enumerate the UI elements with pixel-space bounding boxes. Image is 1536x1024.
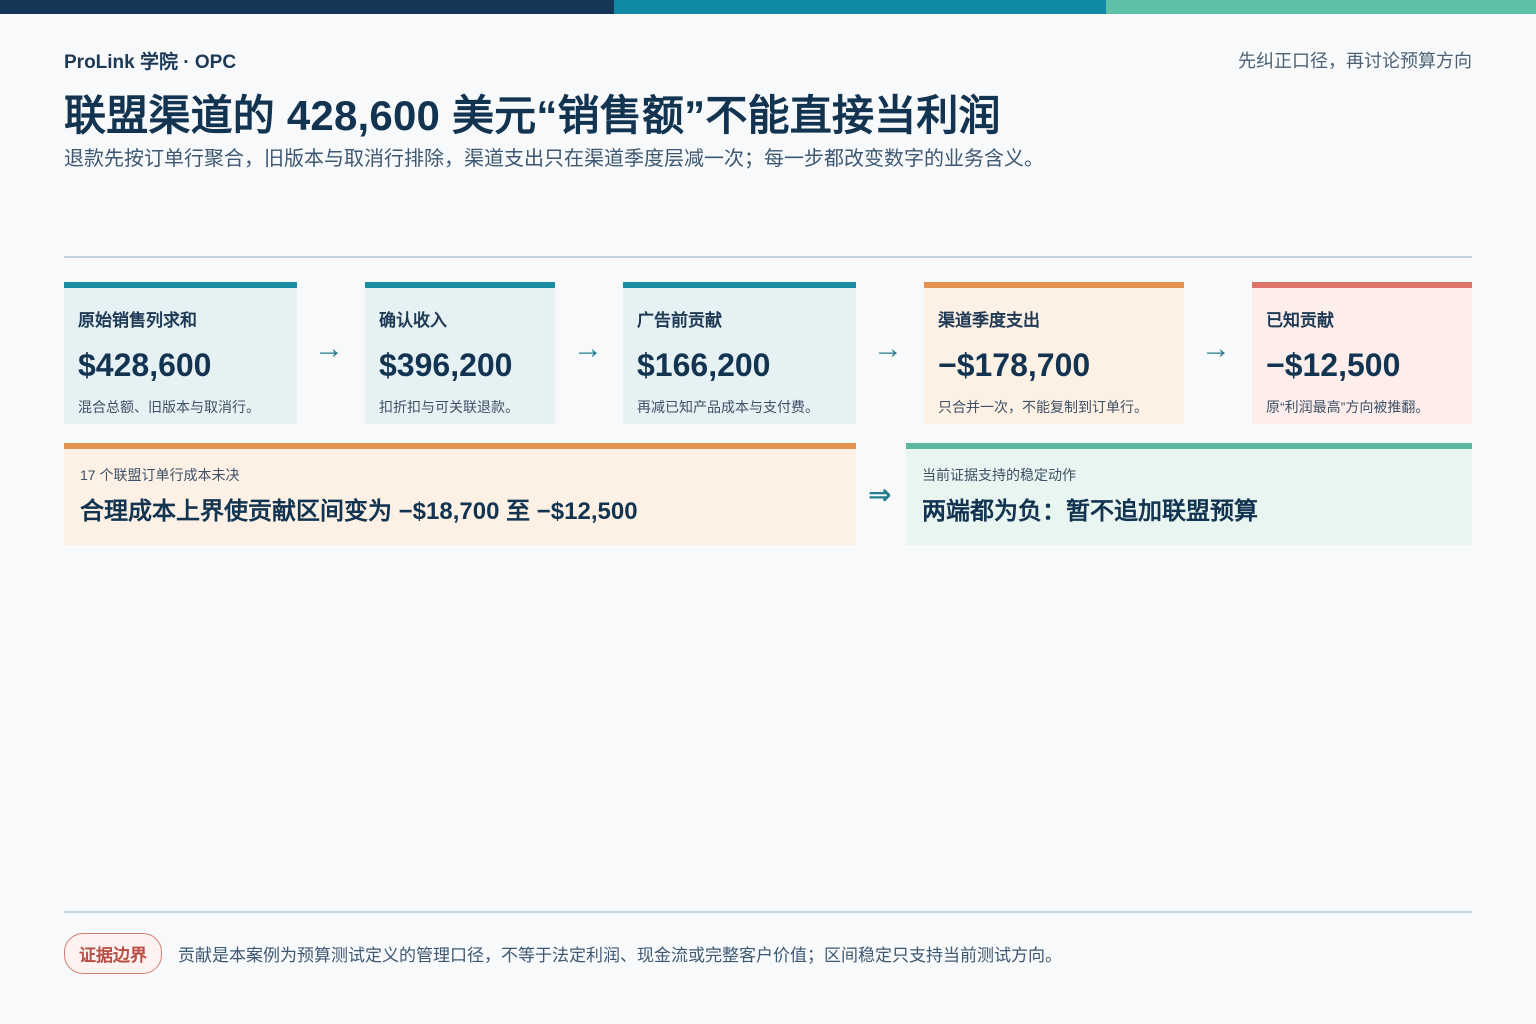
- range-caption: 17 个联盟订单行成本未决: [80, 467, 240, 483]
- step-value: −$12,500: [1266, 347, 1401, 383]
- arrow-right-icon: →: [1201, 332, 1231, 365]
- range-statement: 合理成本上界使贡献区间变为 −$18,700 至 −$12,500: [80, 498, 638, 525]
- divider-bottom: [64, 911, 1472, 913]
- step-card-recognized-revenue: 确认收入 $396,200 扣折扣与可关联退款。: [365, 282, 555, 424]
- step-note: 扣折扣与可关联退款。: [379, 399, 519, 415]
- double-arrow-icon: ⇒: [868, 479, 892, 510]
- step-note: 只合并一次，不能复制到订单行。: [938, 399, 1148, 415]
- top-bar-segment-teal: [614, 0, 1106, 14]
- stable-action-box: 当前证据支持的稳定动作 两端都为负：暂不追加联盟预算: [906, 443, 1472, 545]
- arrow-right-icon: →: [314, 332, 344, 365]
- step-card-channel-spend: 渠道季度支出 −$178,700 只合并一次，不能复制到订单行。: [924, 282, 1184, 424]
- step-label: 确认收入: [379, 311, 447, 330]
- step-value: $166,200: [637, 347, 771, 383]
- top-bar-segment-navy: [0, 0, 614, 14]
- action-statement: 两端都为负：暂不追加联盟预算: [922, 498, 1258, 525]
- brand: ProLink 学院 · OPC: [64, 52, 237, 73]
- step-label: 渠道季度支出: [938, 311, 1040, 330]
- step-label: 广告前贡献: [637, 311, 722, 330]
- step-note: 原“利润最高”方向被推翻。: [1266, 399, 1430, 415]
- step-value: −$178,700: [938, 347, 1091, 383]
- divider-top: [64, 256, 1472, 258]
- action-caption: 当前证据支持的稳定动作: [922, 467, 1076, 483]
- evidence-boundary-badge: 证据边界: [64, 933, 162, 974]
- arrow-right-icon: →: [873, 332, 903, 365]
- top-color-bar: [0, 0, 1536, 14]
- step-card-raw-sales: 原始销售列求和 $428,600 混合总额、旧版本与取消行。: [64, 282, 297, 424]
- page-title: 联盟渠道的 428,600 美元“销售额”不能直接当利润: [64, 92, 1001, 139]
- step-note: 混合总额、旧版本与取消行。: [78, 399, 260, 415]
- arrow-right-icon: →: [573, 332, 603, 365]
- step-card-known-contribution: 已知贡献 −$12,500 原“利润最高”方向被推翻。: [1252, 282, 1472, 424]
- contribution-range-box: 17 个联盟订单行成本未决 合理成本上界使贡献区间变为 −$18,700 至 −…: [64, 443, 856, 545]
- top-bar-segment-green: [1106, 0, 1536, 14]
- step-label: 原始销售列求和: [78, 311, 197, 330]
- header-note: 先纠正口径，再讨论预算方向: [1238, 51, 1472, 71]
- step-note: 再减已知产品成本与支付费。: [637, 399, 819, 415]
- step-value: $396,200: [379, 347, 513, 383]
- step-value: $428,600: [78, 347, 212, 383]
- footer-note: 贡献是本案例为预算测试定义的管理口径，不等于法定利润、现金流或完整客户价值；区间…: [178, 946, 1062, 965]
- page-subtitle: 退款先按订单行聚合，旧版本与取消行排除，渠道支出只在渠道季度层减一次；每一步都改…: [64, 148, 1044, 170]
- step-card-pre-ad-contribution: 广告前贡献 $166,200 再减已知产品成本与支付费。: [623, 282, 856, 424]
- footer: 证据边界 贡献是本案例为预算测试定义的管理口径，不等于法定利润、现金流或完整客户…: [64, 933, 1062, 974]
- step-label: 已知贡献: [1266, 311, 1334, 330]
